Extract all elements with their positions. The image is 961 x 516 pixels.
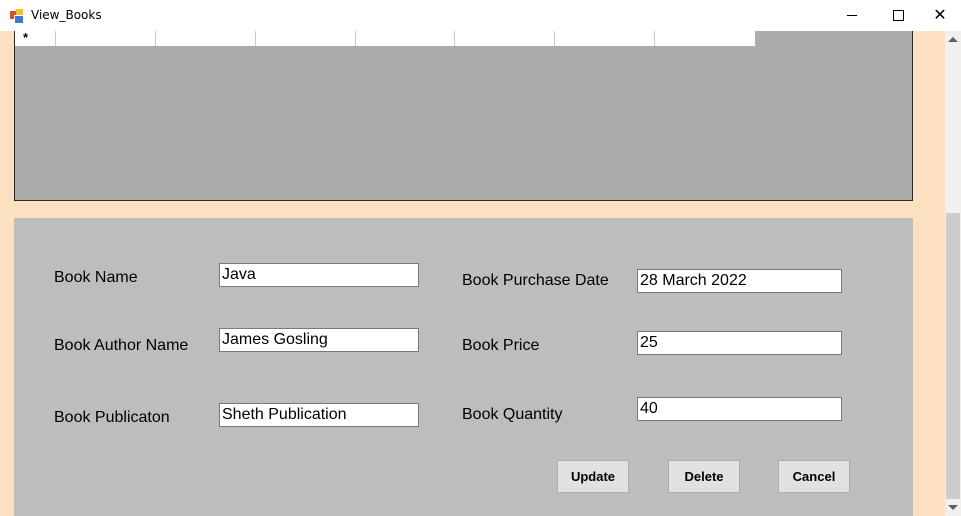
row-header[interactable]: *: [15, 30, 56, 46]
new-row-marker: *: [23, 30, 29, 45]
book-name-field[interactable]: [219, 263, 419, 287]
grid-cell[interactable]: [455, 31, 556, 46]
books-data-grid[interactable]: *: [14, 30, 913, 201]
app-icon: [10, 9, 24, 24]
author-label: Book Author Name: [54, 337, 189, 354]
vertical-scrollbar[interactable]: [945, 31, 961, 516]
scroll-up-icon[interactable]: [948, 37, 958, 42]
grid-cell[interactable]: [555, 31, 656, 46]
grid-cell[interactable]: [356, 31, 456, 46]
price-label: Book Price: [462, 337, 540, 354]
update-button[interactable]: Update: [557, 460, 629, 493]
close-button[interactable]: ✕: [917, 0, 961, 31]
title-bar: View_Books ✕: [0, 0, 961, 32]
quantity-field[interactable]: [637, 397, 842, 421]
author-field[interactable]: [219, 328, 419, 352]
minimize-icon: [847, 15, 857, 16]
maximize-button[interactable]: [875, 0, 921, 31]
publication-label: Book Publicaton: [54, 409, 170, 426]
price-field[interactable]: [637, 331, 842, 355]
grid-cell[interactable]: [56, 31, 156, 46]
scroll-down-icon[interactable]: [948, 505, 958, 510]
grid-cell[interactable]: [256, 31, 356, 46]
scrollbar-thumb[interactable]: [946, 213, 960, 499]
delete-button[interactable]: Delete: [668, 460, 740, 493]
grid-new-row[interactable]: *: [15, 30, 755, 46]
close-icon: ✕: [933, 6, 947, 24]
grid-cell[interactable]: [156, 31, 256, 46]
quantity-label: Book Quantity: [462, 406, 563, 423]
minimize-button[interactable]: [829, 0, 875, 31]
maximize-icon: [892, 10, 904, 21]
purchase-date-field[interactable]: [637, 269, 842, 293]
grid-cell[interactable]: [655, 31, 755, 46]
book-name-label: Book Name: [54, 269, 138, 286]
publication-field[interactable]: [219, 403, 419, 427]
purchase-date-label: Book Purchase Date: [462, 272, 609, 289]
cancel-button[interactable]: Cancel: [778, 460, 850, 493]
window-title: View_Books: [31, 8, 102, 22]
